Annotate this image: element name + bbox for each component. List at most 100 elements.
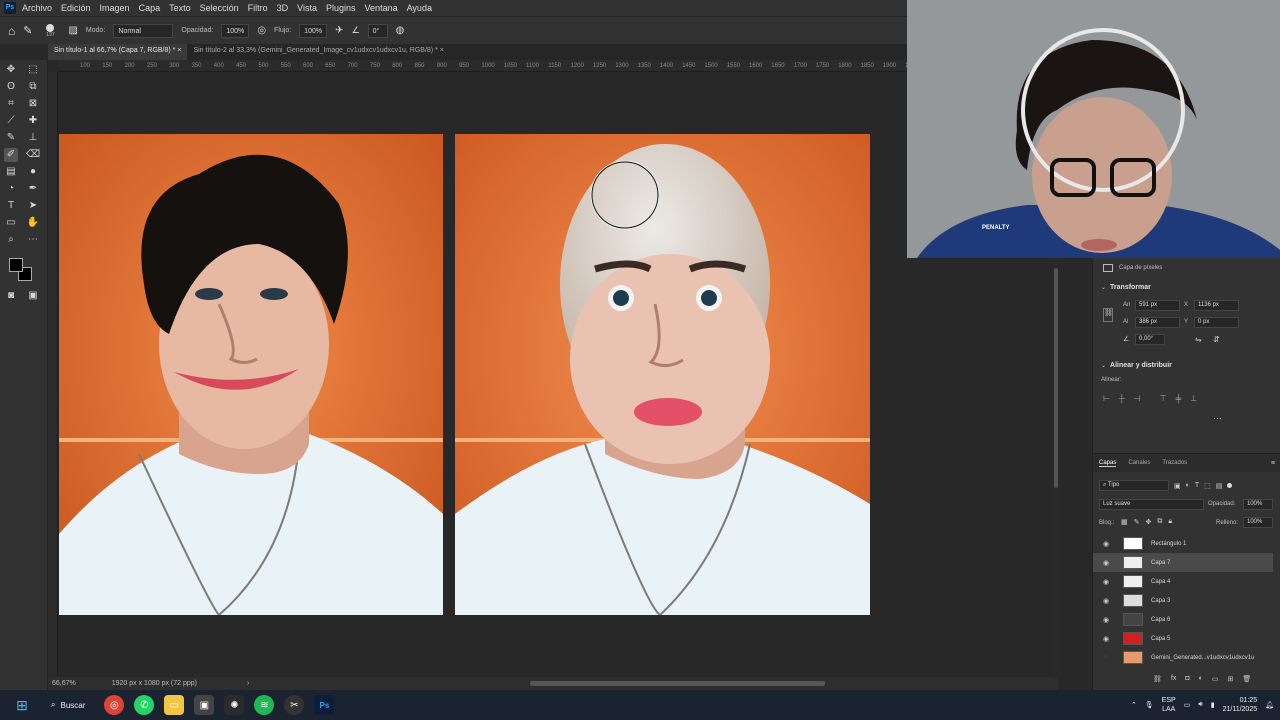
lock-position-icon[interactable]: ✥: [1146, 518, 1152, 526]
chrome-icon[interactable]: ◎: [104, 695, 125, 715]
rectangle-tool-icon[interactable]: ▭: [4, 216, 18, 230]
fill-input[interactable]: 100%: [1243, 517, 1273, 528]
layer-row-capa-3[interactable]: ◉ Capa 3: [1093, 591, 1273, 610]
more-options-icon[interactable]: ⋯: [1213, 413, 1222, 424]
width-input[interactable]: 591 px: [1135, 300, 1180, 311]
menu-edicion[interactable]: Edición: [61, 3, 91, 13]
microphone-icon[interactable]: 🎙︎: [1145, 701, 1154, 709]
zoom-tool-icon[interactable]: ⌕: [4, 233, 18, 247]
filter-shape-icon[interactable]: ⬚: [1204, 482, 1211, 490]
chevron-down-icon[interactable]: ⌄: [1101, 362, 1106, 369]
filter-pixel-icon[interactable]: ▣: [1174, 482, 1181, 490]
brush-tool-icon[interactable]: ✎: [23, 24, 32, 37]
filter-adjustment-icon[interactable]: ◐: [1186, 482, 1190, 489]
eye-icon[interactable]: ○: [1099, 654, 1113, 661]
chevron-down-icon[interactable]: ⌄: [1101, 284, 1106, 291]
align-heading[interactable]: Alinear y distribuir: [1110, 362, 1172, 369]
flow-input[interactable]: 100%: [299, 23, 328, 38]
link-layers-icon[interactable]: ⛓: [1153, 675, 1162, 683]
eraser-icon[interactable]: ⌫: [26, 148, 40, 162]
zoom-level[interactable]: 66,67%: [52, 680, 76, 687]
app-icon[interactable]: ▣: [194, 695, 215, 715]
eye-icon[interactable]: ◉: [1099, 597, 1113, 605]
tab-trazados[interactable]: Trazados: [1162, 460, 1187, 466]
panel-menu-icon[interactable]: ≡: [1271, 460, 1275, 467]
screen-mode-icon[interactable]: ▣: [26, 289, 40, 303]
clone-stamp-icon[interactable]: ⊥: [26, 131, 40, 145]
layer-row-rectangulo-1[interactable]: ◉ Rectángulo 1: [1093, 534, 1273, 553]
whatsapp-icon[interactable]: ✆: [134, 695, 155, 715]
align-left-icon[interactable]: ⊢: [1103, 394, 1110, 403]
lock-artboard-icon[interactable]: ⧉: [1157, 518, 1162, 526]
crop-tool-icon[interactable]: ⌗: [4, 97, 18, 111]
tab-doc-2[interactable]: Sin título-2 al 33,3% (Gemini_Generated_…: [187, 44, 449, 60]
filter-type-icon[interactable]: T: [1195, 482, 1199, 489]
filter-smart-icon[interactable]: ▤: [1216, 482, 1223, 490]
artboard-tool-icon[interactable]: ⬚: [26, 63, 40, 77]
photoshop-taskbar-icon[interactable]: Ps: [314, 695, 335, 715]
eye-icon[interactable]: ◉: [1099, 635, 1113, 643]
menu-capa[interactable]: Capa: [139, 3, 161, 13]
mode-select[interactable]: Normal: [113, 23, 174, 38]
layer-row-capa-5[interactable]: ◉ Capa 5: [1093, 629, 1273, 648]
eye-icon[interactable]: ◉: [1099, 616, 1113, 624]
flip-vertical-icon[interactable]: ⇵: [1213, 335, 1220, 344]
menu-archivo[interactable]: Archivo: [22, 3, 52, 13]
layer-filter-select[interactable]: ⌕ Tipo: [1099, 480, 1169, 491]
menu-vista[interactable]: Vista: [297, 3, 317, 13]
menu-3d[interactable]: 3D: [277, 3, 289, 13]
layer-row-capa-4[interactable]: ◉ Capa 4: [1093, 572, 1273, 591]
blend-mode-select[interactable]: Luz suave: [1099, 499, 1204, 510]
menu-ventana[interactable]: Ventana: [365, 3, 398, 13]
filter-toggle-icon[interactable]: [1227, 483, 1233, 488]
healing-brush-icon[interactable]: ✚: [26, 114, 40, 128]
object-selection-icon[interactable]: ⧉: [26, 80, 40, 94]
close-icon[interactable]: ×: [177, 47, 181, 54]
notification-icon[interactable]: 🔔︎: [1265, 701, 1274, 709]
layer-opacity-input[interactable]: 100%: [1243, 499, 1273, 510]
align-top-icon[interactable]: ⊤: [1160, 394, 1167, 403]
eye-icon[interactable]: ◉: [1099, 578, 1113, 586]
document-info[interactable]: 1920 px x 1080 px (72 ppp): [112, 680, 197, 687]
align-center-h-icon[interactable]: ┼: [1119, 394, 1125, 403]
tab-doc-1[interactable]: Sin título-1 al 66,7% (Capa 7, RGB/8) * …: [48, 44, 188, 60]
dodge-icon[interactable]: ◔: [4, 182, 18, 196]
brush-settings-icon[interactable]: ▨: [68, 25, 77, 36]
menu-texto[interactable]: Texto: [169, 3, 191, 13]
eyedropper-icon[interactable]: ⟋: [4, 114, 18, 128]
delete-layer-icon[interactable]: 🗑︎: [1242, 675, 1251, 683]
history-brush-icon[interactable]: ✐: [4, 148, 18, 162]
transform-heading[interactable]: Transformar: [1110, 284, 1151, 291]
type-tool-icon[interactable]: T: [4, 199, 18, 213]
angle-input[interactable]: 0,00°: [1135, 334, 1165, 345]
frame-tool-icon[interactable]: ⊠: [26, 97, 40, 111]
brush-icon[interactable]: ✎: [4, 131, 18, 145]
chatgpt-icon[interactable]: ✺: [224, 695, 245, 715]
capcut-icon[interactable]: ✂: [284, 695, 305, 715]
foreground-color-swatch[interactable]: [9, 258, 23, 272]
layer-row-gemini[interactable]: ○ Gemini_Generated...v1udxcv1udxcv1u: [1093, 648, 1273, 667]
airbrush-icon[interactable]: ✈: [335, 25, 343, 36]
tab-capas[interactable]: Capas: [1099, 460, 1117, 467]
volume-icon[interactable]: 🔊︎: [1198, 701, 1202, 709]
height-input[interactable]: 386 px: [1135, 317, 1180, 328]
layer-row-capa-7[interactable]: ◉ Capa 7: [1093, 553, 1273, 572]
new-layer-icon[interactable]: ⊞: [1227, 675, 1233, 683]
link-icon[interactable]: ⛓: [1103, 308, 1113, 322]
gradient-icon[interactable]: ▤: [4, 165, 18, 179]
pressure-size-icon[interactable]: ◍: [396, 25, 405, 36]
group-icon[interactable]: ▭: [1212, 675, 1219, 683]
more-tools-icon[interactable]: ⋯: [26, 233, 40, 247]
y-input[interactable]: 0 px: [1194, 317, 1239, 328]
home-icon[interactable]: ⌂: [8, 24, 15, 38]
layer-row-capa-6[interactable]: ◉ Capa 6: [1093, 610, 1273, 629]
scroll-thumb[interactable]: [1054, 268, 1058, 488]
eye-icon[interactable]: ◉: [1099, 540, 1113, 548]
adjustment-layer-icon[interactable]: ◐: [1199, 675, 1203, 683]
menu-ayuda[interactable]: Ayuda: [407, 3, 432, 13]
file-explorer-icon[interactable]: ▭: [164, 695, 185, 715]
move-tool-icon[interactable]: ✥: [4, 63, 18, 77]
menu-seleccion[interactable]: Selección: [200, 3, 239, 13]
angle-input[interactable]: 0°: [367, 23, 388, 38]
align-middle-v-icon[interactable]: ╪: [1176, 394, 1182, 403]
